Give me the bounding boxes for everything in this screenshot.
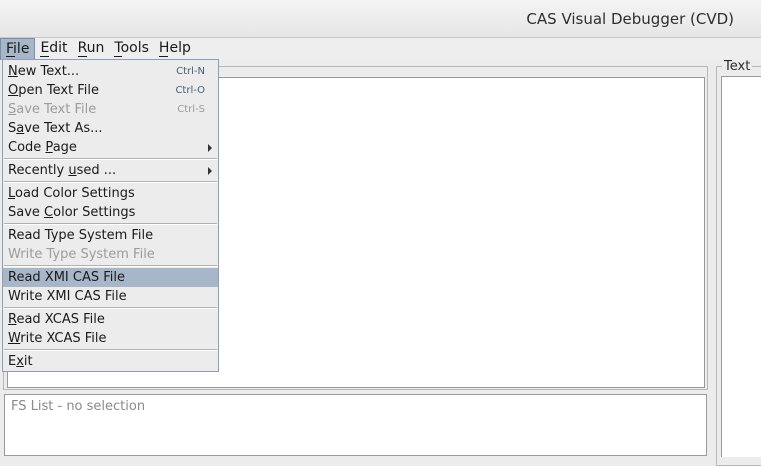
save-text-as-item[interactable]: Save Text As... <box>3 119 218 138</box>
menu-item-label: Write XCAS File <box>8 331 107 346</box>
menu-item-label: Save Text File <box>8 102 97 117</box>
menu-item-label: Code Page <box>8 140 77 155</box>
read-xcas-file-item[interactable]: Read XCAS File <box>3 310 218 329</box>
window-title: CAS Visual Debugger (CVD) <box>526 10 734 28</box>
mnemonic-underline <box>6 56 15 57</box>
menu-separator <box>4 307 217 309</box>
recently-used-item[interactable]: Recently used ... <box>3 161 218 180</box>
open-text-file-item[interactable]: Open Text File Ctrl-O <box>3 81 218 100</box>
submenu-arrow-icon <box>208 167 212 175</box>
fs-list-panel[interactable]: FS List - no selection <box>4 394 707 456</box>
menu-item-label: Exit <box>8 354 33 369</box>
menu-tools[interactable]: Tools <box>109 38 154 60</box>
menu-separator <box>4 223 217 225</box>
menu-item-accelerator: Ctrl-N <box>176 66 205 77</box>
fs-list-label: FS List - no selection <box>11 399 146 414</box>
menu-item-label: Read XCAS File <box>8 312 105 327</box>
read-xmi-cas-file-item[interactable]: Read XMI CAS File <box>3 268 218 287</box>
menu-separator <box>4 181 217 183</box>
menu-separator <box>4 265 217 267</box>
menu-item-label: New Text... <box>8 64 80 79</box>
menu-item-label: Save Text As... <box>8 121 103 136</box>
mnemonic-underline <box>77 56 87 57</box>
title-bar[interactable]: CAS Visual Debugger (CVD) <box>0 0 761 38</box>
mnemonic-underline <box>158 56 168 57</box>
menu-separator <box>4 158 217 160</box>
menu-item-accelerator: Ctrl-S <box>177 104 205 115</box>
menu-edit[interactable]: Edit <box>35 38 72 60</box>
menu-item-label: Save Color Settings <box>8 205 136 220</box>
code-page-item[interactable]: Code Page <box>3 138 218 157</box>
app-window: CAS Visual Debugger (CVD) File Edit Run … <box>0 0 761 466</box>
mnemonic-underline <box>114 56 123 57</box>
menu-item-label: Open Text File <box>8 83 100 98</box>
menu-file[interactable]: File <box>0 38 36 60</box>
menu-item-label: Write Type System File <box>8 247 155 262</box>
menu-run[interactable]: Run <box>73 38 110 60</box>
file-menu-dropdown: New Text... Ctrl-N Open Text File Ctrl-O Sav… <box>2 59 219 372</box>
menu-item-label: Load Color Settings <box>8 186 135 201</box>
menu-run-label: Run <box>77 40 105 56</box>
menu-tools-label: Tools <box>114 40 149 56</box>
write-type-system-file-item[interactable]: Write Type System File <box>3 245 218 264</box>
text-area[interactable] <box>721 76 761 457</box>
menu-item-label: Read Type System File <box>8 228 154 243</box>
save-color-settings-item[interactable]: Save Color Settings <box>3 203 218 222</box>
menu-file-label: File <box>6 41 30 57</box>
write-xmi-cas-file-item[interactable]: Write XMI CAS File <box>3 287 218 306</box>
load-color-settings-item[interactable]: Load Color Settings <box>3 184 218 203</box>
new-text-item[interactable]: New Text... Ctrl-N <box>3 62 218 81</box>
menu-separator <box>4 349 217 351</box>
exit-item[interactable]: Exit <box>3 352 218 371</box>
write-xcas-file-item[interactable]: Write XCAS File <box>3 329 218 348</box>
read-type-system-file-item[interactable]: Read Type System File <box>3 226 218 245</box>
text-panel-title: Text <box>722 59 753 74</box>
menu-item-accelerator: Ctrl-O <box>175 85 205 96</box>
save-text-file-item[interactable]: Save Text File Ctrl-S <box>3 100 218 119</box>
menu-help[interactable]: Help <box>154 38 196 60</box>
menu-item-label: Recently used ... <box>8 163 117 178</box>
submenu-arrow-icon <box>208 144 212 152</box>
menu-item-label: Read XMI CAS File <box>8 270 125 285</box>
menu-edit-label: Edit <box>40 40 68 56</box>
mnemonic-underline <box>40 56 50 57</box>
menu-bar: File Edit Run Tools Help <box>0 38 761 60</box>
menu-help-label: Help <box>158 40 191 56</box>
menu-item-label: Write XMI CAS File <box>8 289 127 304</box>
